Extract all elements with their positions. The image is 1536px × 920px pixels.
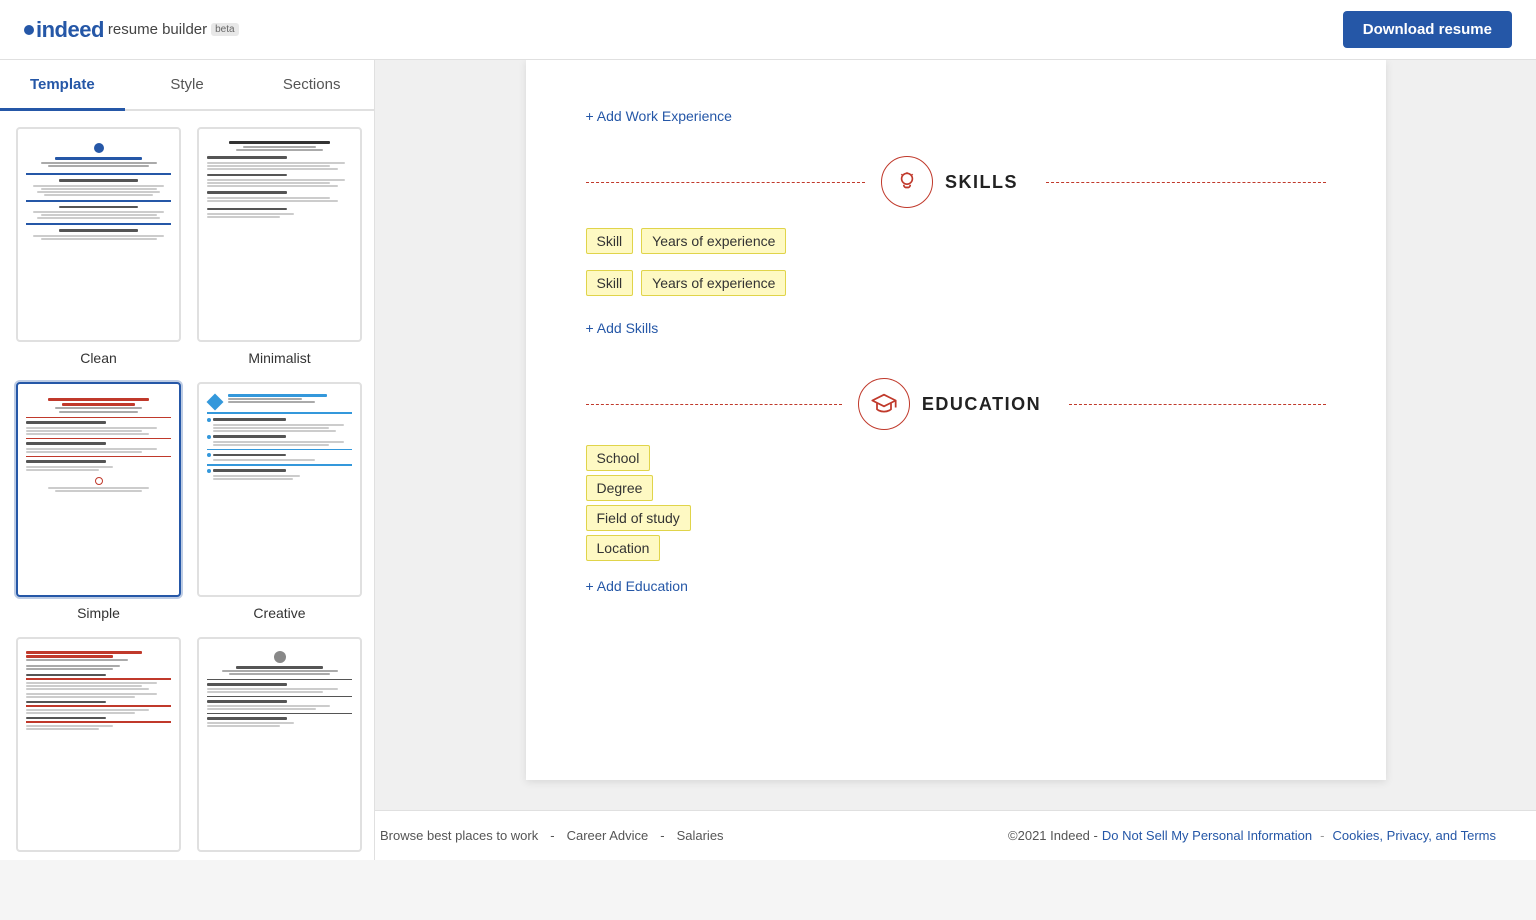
education-section-title: EDUCATION bbox=[922, 394, 1041, 415]
template-label-simple: Simple bbox=[77, 605, 120, 621]
sidebar: Template Style Sections bbox=[0, 60, 375, 860]
skills-divider-left bbox=[586, 182, 866, 183]
footer-separator-1: - bbox=[550, 828, 554, 843]
skills-title-wrap: SKILLS bbox=[881, 156, 1030, 208]
skill-years-tag-2[interactable]: Years of experience bbox=[641, 270, 786, 296]
education-title-wrap: EDUCATION bbox=[858, 378, 1053, 430]
skills-divider-right bbox=[1046, 182, 1326, 183]
footer-legal: ©2021 Indeed - Do Not Sell My Personal I… bbox=[1008, 828, 1496, 843]
resume-page: + Add Work Experience bbox=[526, 60, 1386, 780]
indeed-wordmark: indeed bbox=[36, 17, 104, 43]
resume-builder-text: resume builder bbox=[108, 21, 207, 38]
degree-tag[interactable]: Degree bbox=[586, 475, 654, 501]
template-card-simple[interactable]: Simple bbox=[16, 382, 181, 621]
download-resume-button[interactable]: Download resume bbox=[1343, 11, 1512, 48]
do-not-sell-link[interactable]: Do Not Sell My Personal Information bbox=[1102, 828, 1312, 843]
education-field-of-study-field: Field of study bbox=[586, 510, 1326, 528]
browse-places-link[interactable]: Browse best places to work bbox=[380, 828, 538, 843]
education-location-field: Location bbox=[586, 540, 1326, 558]
main-content: + Add Work Experience bbox=[375, 60, 1536, 860]
template-card-clean[interactable]: Clean bbox=[16, 127, 181, 366]
graduation-cap-icon bbox=[870, 390, 898, 418]
lightbulb-icon bbox=[894, 169, 920, 195]
location-tag[interactable]: Location bbox=[586, 535, 661, 561]
template-label-clean: Clean bbox=[80, 350, 117, 366]
tab-sections[interactable]: Sections bbox=[249, 60, 374, 109]
header: indeed resume builder beta Download resu… bbox=[0, 0, 1536, 60]
education-divider-right bbox=[1069, 404, 1325, 405]
footer-separator-2: - bbox=[660, 828, 664, 843]
skills-section-header: SKILLS bbox=[586, 156, 1326, 208]
education-section-header: EDUCATION bbox=[586, 378, 1326, 430]
school-tag[interactable]: School bbox=[586, 445, 651, 471]
template-card-minimalist[interactable]: Minimalist bbox=[197, 127, 362, 366]
template-thumb-clean bbox=[16, 127, 181, 342]
tab-bar: Template Style Sections bbox=[0, 60, 374, 111]
tab-template[interactable]: Template bbox=[0, 60, 125, 109]
template-label-minimalist: Minimalist bbox=[248, 350, 310, 366]
add-work-experience-section: + Add Work Experience bbox=[586, 100, 1326, 126]
education-section: EDUCATION School Degree Field of study L… bbox=[586, 378, 1326, 596]
education-divider-left bbox=[586, 404, 842, 405]
skill-row-1: Skill Years of experience bbox=[586, 228, 1326, 254]
template-card-creative[interactable]: Creative bbox=[197, 382, 362, 621]
template-thumb-creative bbox=[197, 382, 362, 597]
skill-row-2: Skill Years of experience bbox=[586, 270, 1326, 296]
template-thumb-modern bbox=[197, 637, 362, 852]
logo-area: indeed resume builder beta bbox=[24, 17, 239, 43]
skills-icon-wrap bbox=[881, 156, 933, 208]
template-thumb-simple bbox=[16, 382, 181, 597]
skill-years-tag-1[interactable]: Years of experience bbox=[641, 228, 786, 254]
template-card-modern[interactable]: Modern bbox=[197, 637, 362, 860]
template-thumb-minimalist bbox=[197, 127, 362, 342]
cookies-privacy-link[interactable]: Cookies, Privacy, and Terms bbox=[1332, 828, 1496, 843]
indeed-logo: indeed resume builder beta bbox=[24, 17, 239, 43]
skill-tag-2[interactable]: Skill bbox=[586, 270, 634, 296]
field-of-study-tag[interactable]: Field of study bbox=[586, 505, 691, 531]
footer-copyright: ©2021 Indeed - bbox=[1008, 828, 1098, 843]
template-label-creative: Creative bbox=[253, 605, 305, 621]
template-card-executive[interactable]: Executive bbox=[16, 637, 181, 860]
add-skills-link[interactable]: + Add Skills bbox=[586, 320, 659, 336]
template-grid: Clean bbox=[0, 111, 374, 860]
education-school-field: School bbox=[586, 450, 1326, 468]
indeed-dot-icon bbox=[24, 25, 34, 35]
footer-nav-links: Browse best places to work - Career Advi… bbox=[380, 828, 724, 843]
tab-style[interactable]: Style bbox=[125, 60, 250, 109]
beta-badge: beta bbox=[211, 23, 238, 36]
add-work-experience-link[interactable]: + Add Work Experience bbox=[586, 108, 732, 124]
salaries-link[interactable]: Salaries bbox=[677, 828, 724, 843]
skill-tag-1[interactable]: Skill bbox=[586, 228, 634, 254]
footer-legal-separator: - bbox=[1320, 828, 1324, 843]
education-icon-wrap bbox=[858, 378, 910, 430]
education-degree-field: Degree bbox=[586, 480, 1326, 498]
career-advice-link[interactable]: Career Advice bbox=[567, 828, 649, 843]
skills-section-title: SKILLS bbox=[945, 172, 1018, 193]
template-thumb-executive bbox=[16, 637, 181, 852]
add-education-link[interactable]: + Add Education bbox=[586, 578, 688, 594]
skills-section: SKILLS Skill Years of experience Skill Y… bbox=[586, 156, 1326, 338]
